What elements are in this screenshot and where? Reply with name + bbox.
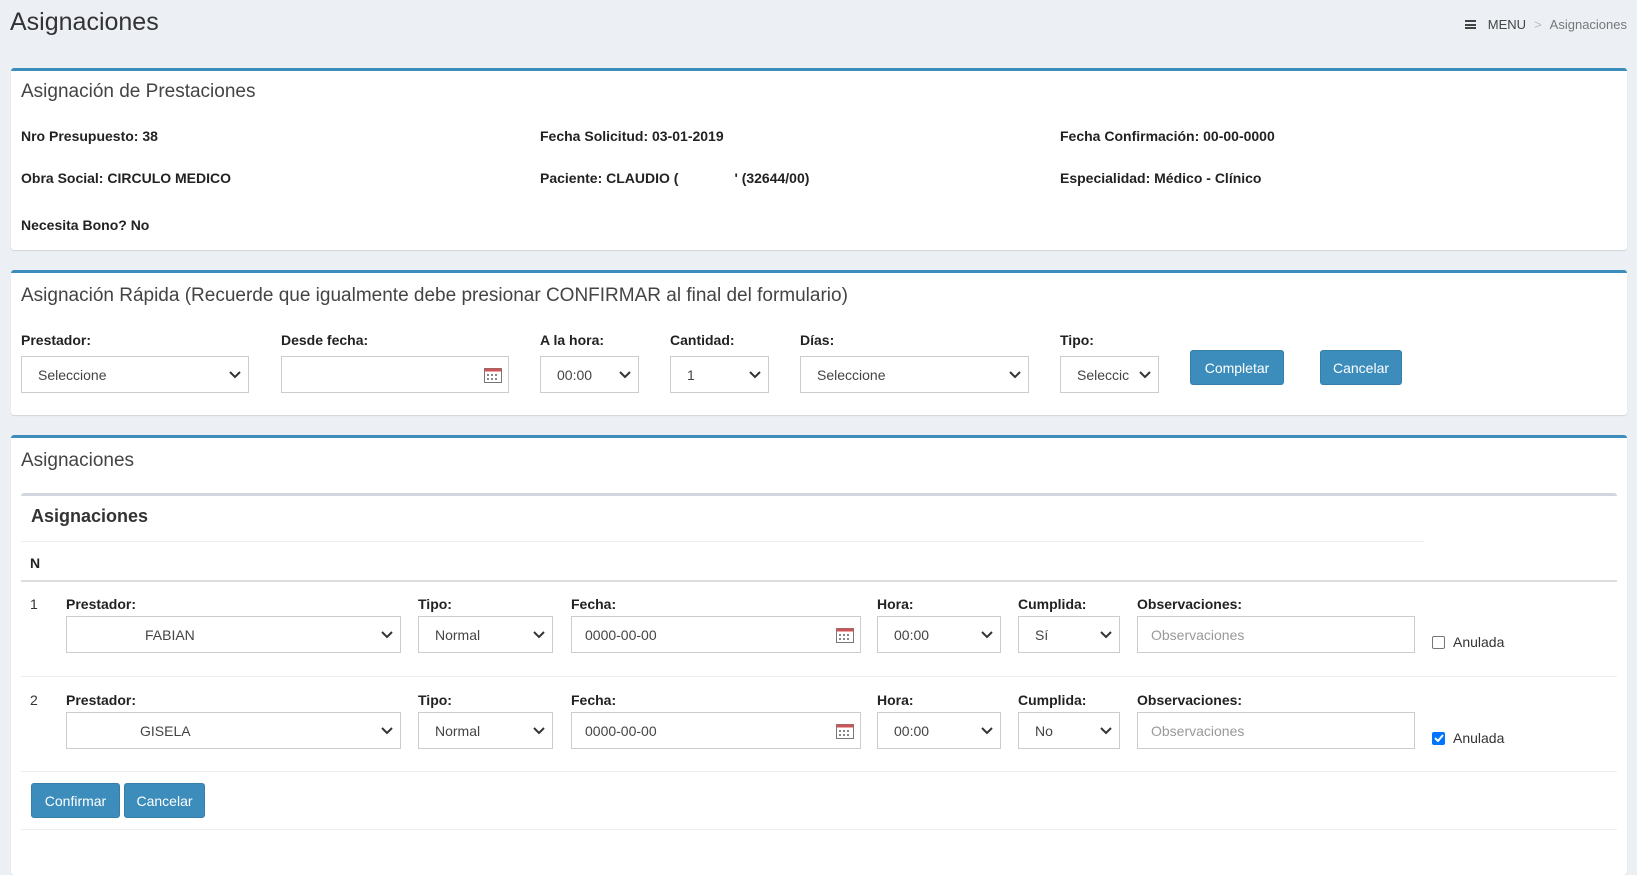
chevron-down-icon [1002,370,1028,379]
anulada-checkbox[interactable]: Anulada [1432,730,1504,746]
row-divider [21,771,1617,772]
asignaciones-box: Asignaciones Asignaciones N 1 Prestador:… [11,435,1627,875]
calendar-icon[interactable] [830,627,860,643]
hora-select[interactable]: 00:00 [877,616,1001,653]
hora-label: Hora: [877,596,914,612]
bottom-divider [21,829,1617,830]
asignaciones-inner-title: Asignaciones [31,506,149,526]
prestaciones-box: Asignación de Prestaciones Nro Presupues… [11,68,1627,250]
chevron-down-icon [1132,370,1158,379]
prestaciones-title: Asignación de Prestaciones [21,81,256,102]
cumplida-label: Cumplida: [1018,692,1087,708]
completar-button[interactable]: Completar [1190,350,1284,385]
hora-label: Hora: [877,692,914,708]
anulada-checkbox[interactable]: Anulada [1432,634,1504,650]
cumplida-select[interactable]: No [1018,712,1120,749]
observaciones-input[interactable]: Observaciones [1137,616,1415,653]
tipo-select[interactable]: Normal [418,616,553,653]
observaciones-label: Observaciones: [1137,596,1243,612]
calendar-icon[interactable] [830,723,860,739]
asignaciones-inner-box: Asignaciones N 1 Prestador: FABIAN Tipo:… [21,493,1617,833]
chevron-down-icon [526,726,552,735]
rapida-tipo-label: Tipo: [1060,332,1094,348]
rapida-hora-select[interactable]: 00:00 [540,356,639,393]
paciente-id: ' (32644/00) [734,170,810,186]
menu-icon[interactable] [1464,20,1476,29]
paciente: Paciente: CLAUDIO ( ' (32644/00) [540,170,809,186]
fecha-solicitud: Fecha Solicitud: 03-01-2019 [540,128,724,144]
chevron-down-icon [526,630,552,639]
tipo-select[interactable]: Normal [418,712,553,749]
chevron-down-icon [974,726,1000,735]
observaciones-input[interactable]: Observaciones [1137,712,1415,749]
fecha-label: Fecha: [571,692,617,708]
calendar-icon[interactable] [478,367,508,383]
rapida-title: Asignación Rápida (Recuerde que igualmen… [21,285,848,306]
confirmar-button[interactable]: Confirmar [31,783,120,818]
tipo-label: Tipo: [418,596,452,612]
divider [21,541,1424,542]
nro-presupuesto: Nro Presupuesto: 38 [21,128,158,144]
rapida-dias-label: Días: [800,332,835,348]
fecha-input[interactable]: 0000-00-00 [571,616,861,653]
rapida-prestador-label: Prestador: [21,332,92,348]
fecha-input[interactable]: 0000-00-00 [571,712,861,749]
rapida-prestador-select[interactable]: Seleccione [21,356,249,393]
rapida-dias-select[interactable]: Seleccione [800,356,1029,393]
cumplida-label: Cumplida: [1018,596,1087,612]
chevron-down-icon [374,630,400,639]
prestador-select[interactable]: FABIAN [66,616,401,653]
row-number: 1 [30,596,38,612]
fecha-confirmacion: Fecha Confirmación: 00-00-0000 [1060,128,1275,144]
hora-select[interactable]: 00:00 [877,712,1001,749]
asignaciones-outer-title: Asignaciones [21,450,135,471]
observaciones-label: Observaciones: [1137,692,1243,708]
prestador-label: Prestador: [66,596,137,612]
checkbox-unchecked[interactable] [1432,635,1445,649]
especialidad: Especialidad: Médico - Clínico [1060,170,1262,186]
cumplida-select[interactable]: Sí [1018,616,1120,653]
row-number: 2 [30,692,38,708]
rapida-desde-label: Desde fecha: [281,332,369,348]
rapida-cantidad-select[interactable]: 1 [670,356,769,393]
rapida-tipo-select[interactable]: Seleccic [1060,356,1159,393]
breadcrumb-current: Asignaciones [1549,17,1627,32]
fecha-label: Fecha: [571,596,617,612]
rapida-cantidad-label: Cantidad: [670,332,735,348]
prestador-select[interactable]: GISELA [66,712,401,749]
necesita-bono: Necesita Bono? No [21,217,150,233]
chevron-down-icon [742,370,768,379]
rapida-box: Asignación Rápida (Recuerde que igualmen… [11,270,1627,415]
obra-social: Obra Social: CIRCULO MEDICO [21,170,232,186]
paciente-label: Paciente: CLAUDIO ( [540,170,679,186]
chevron-down-icon [1093,726,1119,735]
n-header: N [30,555,41,571]
asignaciones-cancelar-button[interactable]: Cancelar [124,783,205,818]
checkbox-checked-icon[interactable] [1432,731,1445,745]
breadcrumb-menu[interactable]: MENU [1488,17,1526,32]
header-divider [21,580,1617,582]
chevron-down-icon [222,370,248,379]
rapida-desde-input[interactable] [281,356,509,393]
page-title: Asignaciones [10,8,159,36]
prestador-label: Prestador: [66,692,137,708]
breadcrumb-separator: > [1534,17,1542,32]
row-divider [21,676,1617,677]
chevron-down-icon [974,630,1000,639]
chevron-down-icon [1093,630,1119,639]
tipo-label: Tipo: [418,692,452,708]
chevron-down-icon [374,726,400,735]
chevron-down-icon [612,370,638,379]
rapida-cancelar-button[interactable]: Cancelar [1320,350,1402,385]
breadcrumb: MENU > Asignaciones [1464,17,1627,32]
rapida-hora-label: A la hora: [540,332,605,348]
